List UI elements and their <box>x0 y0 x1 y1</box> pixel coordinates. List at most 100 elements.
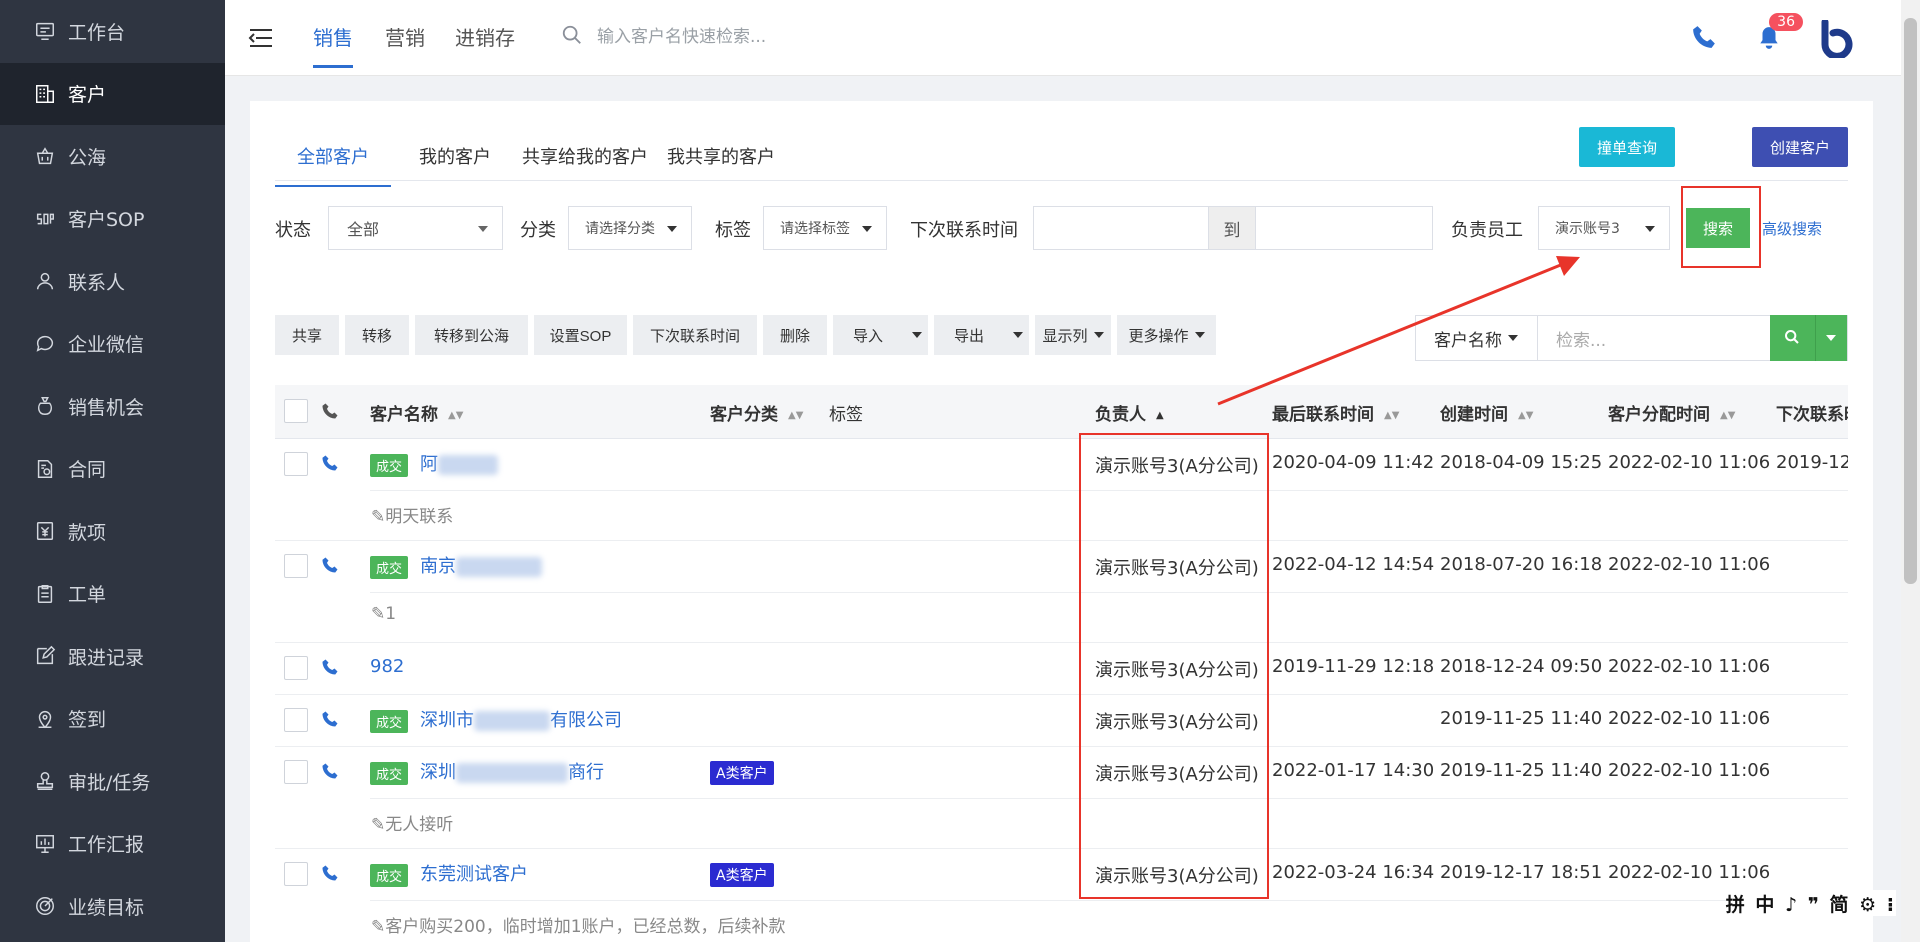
created-cell: 2018-04-09 15:25 <box>1440 452 1603 473</box>
notification-badge: 36 <box>1769 13 1803 31</box>
customer-name-link[interactable]: 成交 深圳 商行 <box>370 758 604 785</box>
tab-all-customers[interactable]: 全部客户 <box>275 143 391 187</box>
person-icon <box>36 273 54 290</box>
customer-name-link[interactable]: 成交 深圳市 有限公司 <box>370 706 622 733</box>
row-checkbox[interactable] <box>284 656 308 680</box>
sidebar-item-label: 销售机会 <box>68 396 145 419</box>
sidebar-item-wecom[interactable]: 企业微信 <box>0 313 225 376</box>
col-next-contact[interactable]: 下次联系时间 <box>1776 400 1848 425</box>
customer-name-link[interactable]: 成交 东莞测试客户 <box>370 860 528 887</box>
ime-toolbar[interactable]: 拼 中 ♪ ❞ 简 ⚙ ⁝ <box>1725 890 1896 916</box>
export-dropdown[interactable] <box>1001 315 1029 355</box>
caret-down-icon <box>667 226 677 232</box>
phone-icon[interactable] <box>321 710 339 728</box>
table-row[interactable]: 成交 东莞测试客户 A类客户 演示账号3(A分公司) 2022-03-24 16:… <box>275 849 1848 942</box>
customer-name-link[interactable]: 982 <box>370 656 404 677</box>
table-search-button[interactable] <box>1770 315 1847 361</box>
tab-my-customers[interactable]: 我的客户 <box>397 143 513 185</box>
columns-button[interactable]: 显示列 <box>1035 315 1111 355</box>
owner-value: 演示账号3 <box>1555 221 1620 237</box>
created-cell: 2018-12-24 09:50 <box>1440 656 1603 677</box>
category-value: 请选择分类 <box>585 221 655 237</box>
import-dropdown[interactable] <box>900 315 928 355</box>
row-checkbox[interactable] <box>284 760 308 784</box>
phone-icon[interactable] <box>321 864 339 882</box>
table-row[interactable]: 成交 深圳 商行 A类客户 演示账号3(A分公司) 2022-01-17 14:30… <box>275 747 1848 849</box>
table-row[interactable]: 982 演示账号3(A分公司) 2019-11-29 12:18 2018-12… <box>275 643 1848 695</box>
row-checkbox[interactable] <box>284 452 308 476</box>
category-label: 分类 <box>520 220 556 241</box>
delete-button[interactable]: 删除 <box>763 315 827 355</box>
import-button[interactable]: 导入 <box>833 315 928 355</box>
tab-shared-by-me[interactable]: 我共享的客户 <box>645 143 797 185</box>
customer-name-link[interactable]: 成交 南京 <box>370 552 543 579</box>
customer-name-link[interactable]: 成交阿 <box>370 450 499 477</box>
scrollbar-thumb[interactable] <box>1904 18 1917 584</box>
set-sop-button[interactable]: 设置SOP <box>534 315 627 355</box>
table-row[interactable]: 成交 深圳市 有限公司 演示账号3(A分公司) 2019-11-25 11:40 2… <box>275 695 1848 747</box>
top-tab-sales[interactable]: 销售 <box>313 22 353 68</box>
top-tab-marketing[interactable]: 营销 <box>385 22 425 65</box>
customer-card: 全部客户 我的客户 共享给我的客户 我共享的客户 撞单查询 创建客户 状态 全部… <box>250 101 1873 942</box>
quick-search[interactable]: 输入客户名快速检索... <box>561 22 766 47</box>
sidebar-item-contacts[interactable]: 联系人 <box>0 250 225 313</box>
sidebar-item-customers[interactable]: 客户 <box>0 62 225 125</box>
col-assigned[interactable]: 客户分配时间 ▲▼ <box>1608 400 1735 425</box>
created-cell: 2019-11-25 11:40 <box>1440 708 1603 729</box>
advanced-search-link[interactable]: 高级搜索 <box>1762 218 1822 239</box>
menu-collapse-icon[interactable] <box>247 24 275 52</box>
search-field-select[interactable]: 客户名称 <box>1416 316 1538 360</box>
share-button[interactable]: 共享 <box>275 315 339 355</box>
transfer-button[interactable]: 转移 <box>345 315 409 355</box>
category-select[interactable]: 请选择分类 <box>568 206 692 250</box>
sidebar-item-work-orders[interactable]: 工单 <box>0 563 225 626</box>
phone-icon[interactable] <box>1691 24 1717 50</box>
phone-icon[interactable] <box>321 658 339 676</box>
table-search-input[interactable]: 检索... <box>1538 316 1772 360</box>
top-tab-inventory[interactable]: 进销存 <box>455 22 515 65</box>
phone-icon[interactable] <box>321 762 339 780</box>
col-last-contact[interactable]: 最后联系时间 ▲▼ <box>1272 400 1399 425</box>
sidebar-item-followups[interactable]: 跟进记录 <box>0 625 225 688</box>
more-actions-button[interactable]: 更多操作 <box>1117 315 1216 355</box>
select-all-checkbox[interactable] <box>284 399 308 423</box>
redacted-text <box>456 557 543 577</box>
date-end-input[interactable] <box>1255 206 1433 250</box>
status-select[interactable]: 全部 <box>328 206 503 250</box>
col-owner[interactable]: 负责人 ▲ <box>1095 400 1164 425</box>
sidebar-item-label: 审批/任务 <box>68 771 151 794</box>
sidebar-item-label: 签到 <box>68 709 107 732</box>
export-button[interactable]: 导出 <box>934 315 1029 355</box>
sidebar-item-public-pool[interactable]: 公海 <box>0 125 225 188</box>
table-row[interactable]: 成交阿 演示账号3(A分公司) 2020-04-09 11:42 2018-04… <box>275 439 1848 541</box>
page-scrollbar[interactable] <box>1901 0 1920 942</box>
date-start-input[interactable] <box>1033 206 1209 250</box>
col-created[interactable]: 创建时间 ▲▼ <box>1440 400 1533 425</box>
sidebar-item-workbench[interactable]: 工作台 <box>0 0 225 63</box>
dup-query-button[interactable]: 撞单查询 <box>1579 127 1675 167</box>
sidebar-item-customer-sop[interactable]: 客户SOP <box>0 188 225 251</box>
row-checkbox[interactable] <box>284 708 308 732</box>
caret-down-icon <box>1508 335 1518 341</box>
sidebar-item-opportunities[interactable]: 销售机会 <box>0 375 225 438</box>
move-to-pool-button[interactable]: 转移到公海 <box>415 315 528 355</box>
row-checkbox[interactable] <box>284 554 308 578</box>
phone-icon[interactable] <box>321 556 339 574</box>
tag-select[interactable]: 请选择标签 <box>763 206 887 250</box>
col-customer-name[interactable]: 客户名称 ▲▼ <box>370 400 463 425</box>
row-checkbox[interactable] <box>284 862 308 886</box>
sidebar-item-payments[interactable]: 款项 <box>0 500 225 563</box>
col-category[interactable]: 客户分类 ▲▼ <box>710 400 803 425</box>
create-customer-button[interactable]: 创建客户 <box>1752 127 1848 167</box>
phone-icon[interactable] <box>321 454 339 472</box>
edit-icon <box>36 646 56 665</box>
owner-select[interactable]: 演示账号3 <box>1538 206 1670 250</box>
next-contact-button[interactable]: 下次联系时间 <box>633 315 757 355</box>
sidebar-item-targets[interactable]: 业绩目标 <box>0 875 225 938</box>
tag-value: 请选择标签 <box>780 221 850 237</box>
sidebar-item-reports[interactable]: 工作汇报 <box>0 813 225 876</box>
table-row[interactable]: 成交 南京 演示账号3(A分公司) 2022-04-12 14:54 2018-0… <box>275 541 1848 643</box>
sidebar-item-checkin[interactable]: 签到 <box>0 688 225 751</box>
sidebar-item-approvals[interactable]: 审批/任务 <box>0 750 225 813</box>
sidebar-item-contracts[interactable]: 合同 <box>0 438 225 501</box>
